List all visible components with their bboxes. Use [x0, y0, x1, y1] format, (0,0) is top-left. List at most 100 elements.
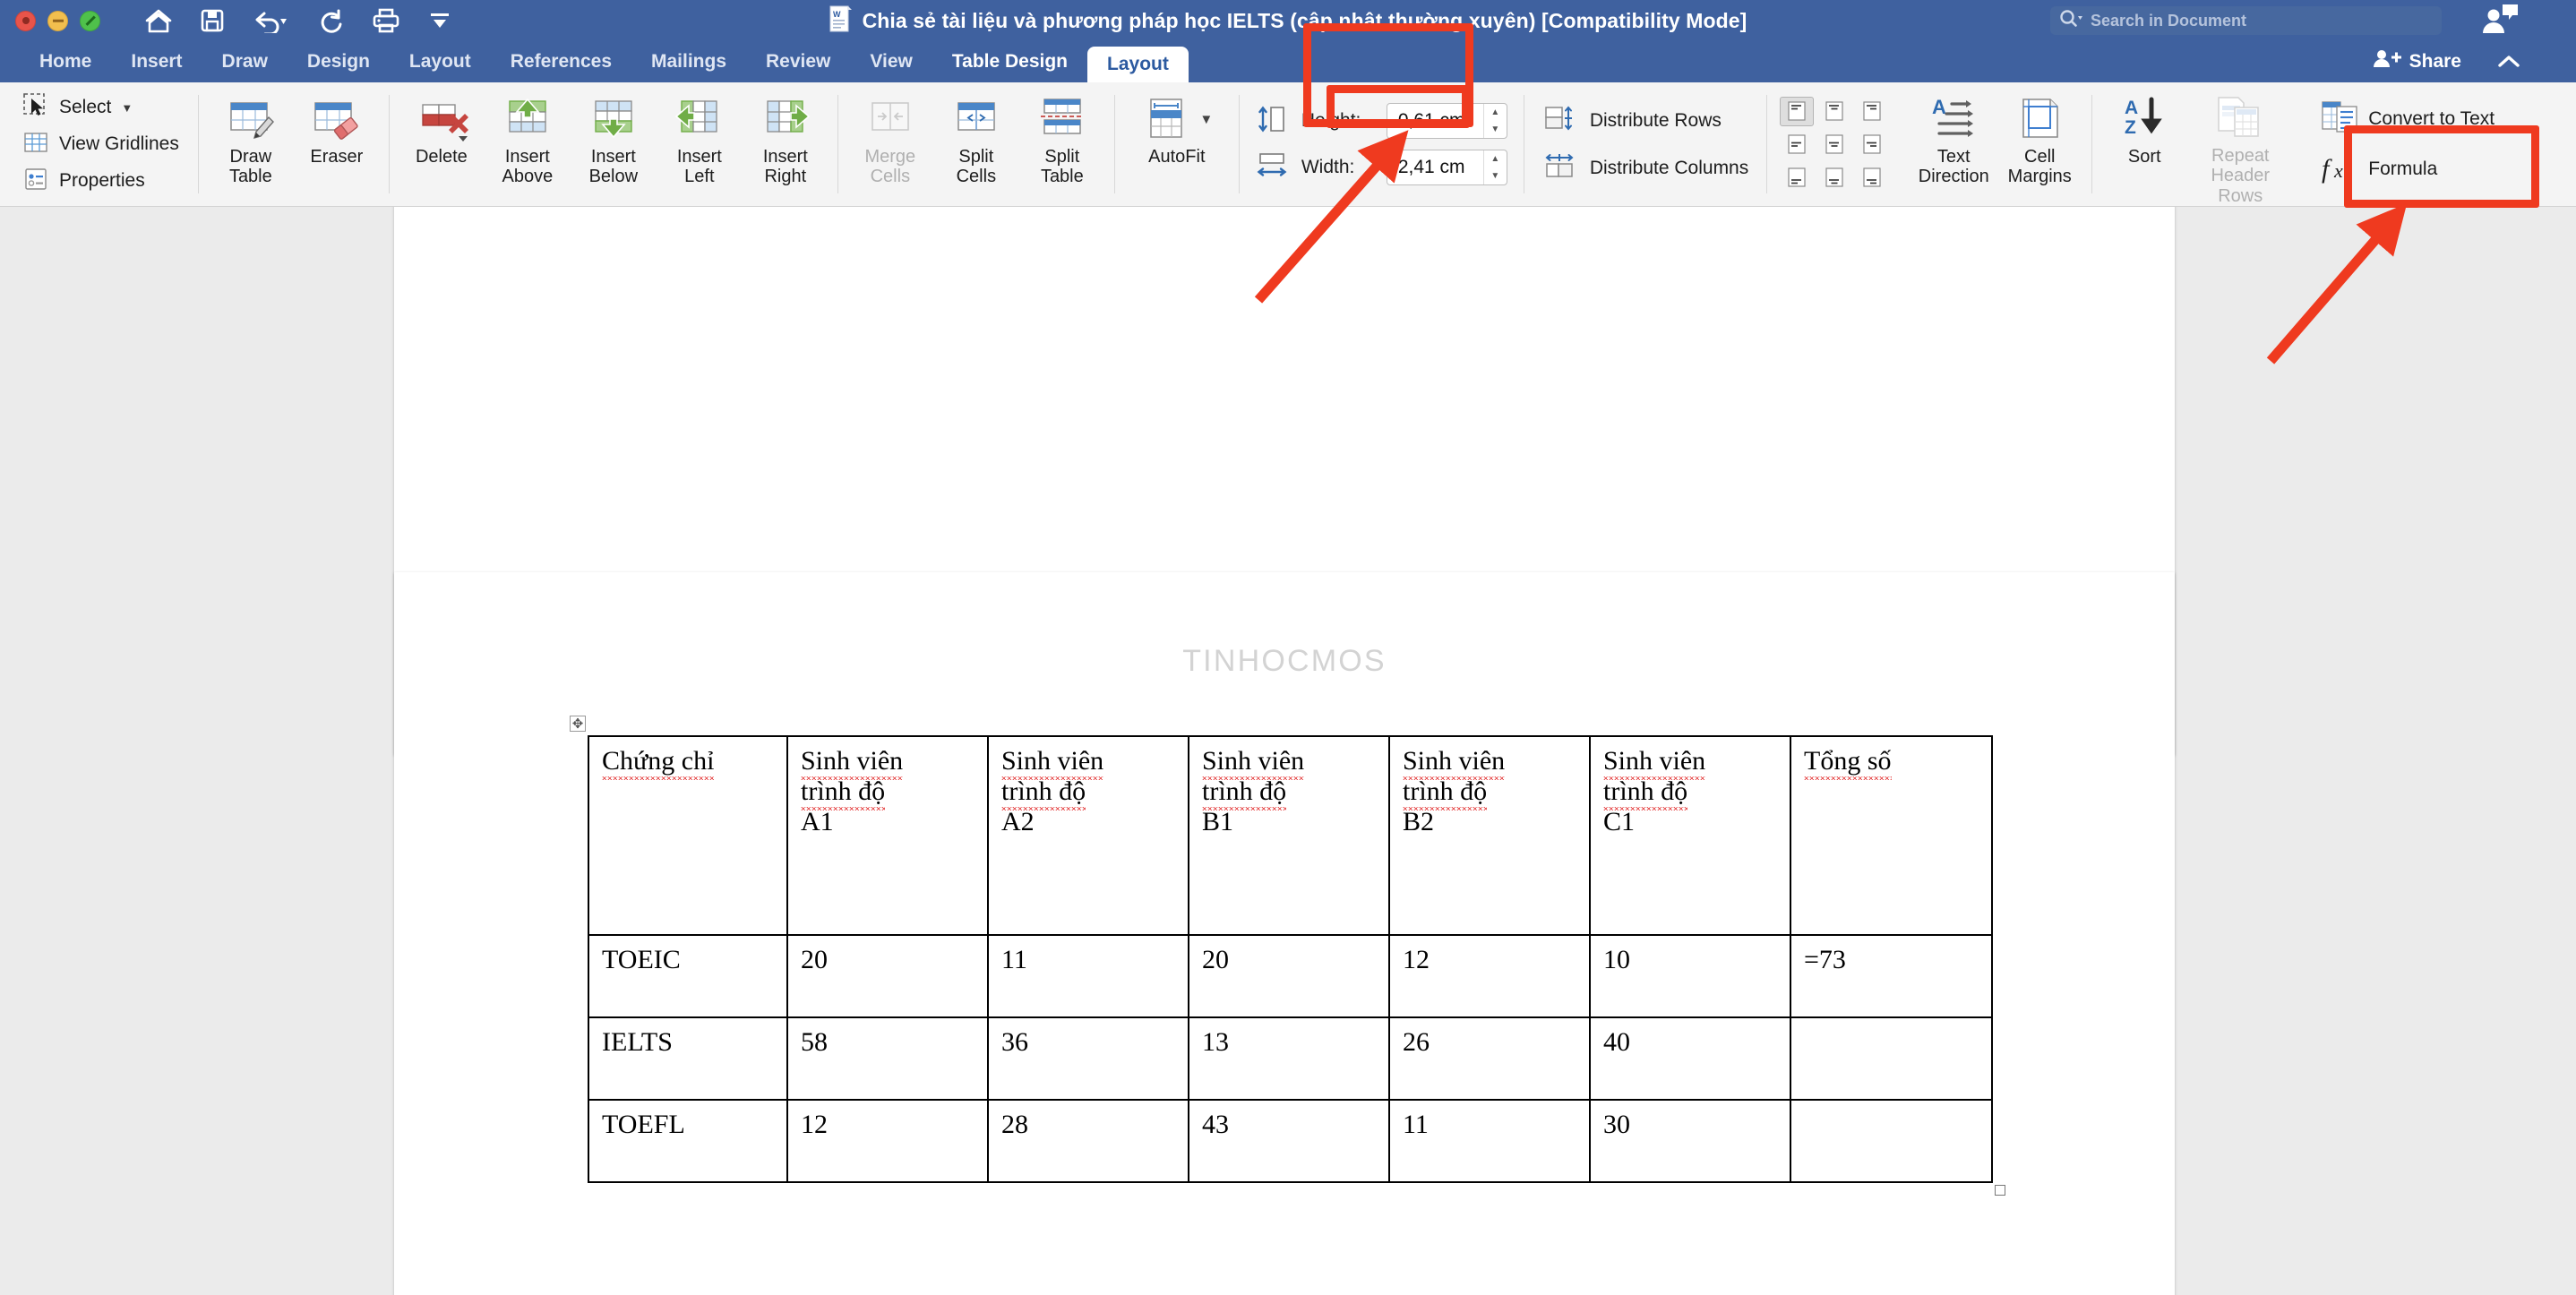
repeat-header-rows-button[interactable]: Repeat Header Rows [2187, 82, 2293, 206]
insert-below-button[interactable]: Insert Below [571, 82, 657, 206]
table-cell[interactable]: 36 [987, 1016, 1189, 1101]
draw-table-button[interactable]: Draw Table [208, 82, 294, 206]
column-width-icon [1256, 150, 1292, 185]
stepper-up-icon[interactable]: ▲ [1484, 104, 1507, 121]
tab-layout[interactable]: Layout [390, 41, 491, 82]
home-icon[interactable] [145, 7, 172, 34]
svg-text:f: f [2322, 154, 2332, 184]
table-cell-total[interactable] [1790, 1016, 1993, 1101]
row-height-icon [1256, 104, 1292, 139]
insert-right-button[interactable]: Insert Right [743, 82, 829, 206]
align-bottom-right-button[interactable] [1855, 163, 1889, 193]
formula-button[interactable]: fx Formula [2314, 150, 2500, 188]
ribbon-tab-bar: Home Insert Draw Design Layout Reference… [0, 41, 2576, 82]
table-cell[interactable]: 10 [1589, 934, 1791, 1018]
align-bottom-center-button[interactable] [1817, 163, 1851, 193]
align-bottom-left-button[interactable] [1780, 163, 1814, 193]
table-cell-total[interactable] [1790, 1099, 1993, 1183]
formula-label: Formula [2368, 159, 2438, 179]
table-cell[interactable]: 26 [1388, 1016, 1591, 1101]
insert-left-button[interactable]: Insert Left [657, 82, 743, 206]
table-move-handle[interactable]: ✥ [570, 716, 586, 732]
table-cell[interactable]: 30 [1589, 1099, 1791, 1183]
delete-button[interactable]: Delete [399, 82, 485, 206]
tab-review[interactable]: Review [746, 41, 850, 82]
stepper-up-icon[interactable]: ▲ [1484, 150, 1507, 167]
column-width-stepper[interactable]: ▲ ▼ [1482, 150, 1507, 184]
chevron-down-icon[interactable]: ▼ [1199, 112, 1213, 127]
merge-cells-button[interactable]: Merge Cells [847, 82, 933, 206]
print-icon[interactable] [373, 7, 399, 34]
distribute-columns-button[interactable]: Distribute Columns [1542, 150, 1748, 185]
tab-insert[interactable]: Insert [111, 41, 202, 82]
tab-table-layout[interactable]: Layout [1087, 47, 1189, 82]
maximize-button[interactable] [80, 10, 100, 31]
account-avatar[interactable] [2477, 3, 2520, 39]
row-height-stepper[interactable]: ▲ ▼ [1482, 104, 1507, 138]
table-cell[interactable]: TOEFL [588, 1099, 788, 1183]
table-cell[interactable]: 28 [987, 1099, 1189, 1183]
eraser-button[interactable]: Eraser [294, 82, 380, 206]
tab-references[interactable]: References [491, 41, 631, 82]
insert-above-button[interactable]: Insert Above [485, 82, 571, 206]
tab-home[interactable]: Home [20, 41, 111, 82]
split-table-button[interactable]: Split Table [1019, 82, 1105, 206]
text-direction-button[interactable]: A Text Direction [1911, 82, 1996, 206]
align-top-left-button[interactable] [1780, 96, 1815, 126]
table-resize-handle[interactable] [1995, 1185, 2005, 1196]
align-middle-center-button[interactable] [1817, 130, 1851, 159]
table-cell[interactable]: 40 [1589, 1016, 1791, 1101]
document-title-text: Chia sẻ tài liệu và phương pháp học IELT… [862, 8, 1747, 32]
align-top-center-button[interactable] [1817, 97, 1851, 126]
align-top-right-button[interactable] [1855, 97, 1889, 126]
align-middle-right-button[interactable] [1855, 130, 1889, 159]
sort-button[interactable]: AZ Sort [2101, 82, 2187, 206]
table-header-cell: Tổng số [1790, 735, 1993, 936]
share-button[interactable]: Share [2373, 41, 2461, 82]
table-cell[interactable]: 58 [786, 1016, 989, 1101]
minimize-button[interactable] [47, 10, 68, 31]
table-cell[interactable]: 11 [1388, 1099, 1591, 1183]
row-height-input[interactable]: 0,61 cm ▲ ▼ [1386, 103, 1507, 139]
column-width-input[interactable]: 2,41 cm ▲ ▼ [1386, 150, 1507, 185]
close-button[interactable] [15, 10, 36, 31]
document-table[interactable]: Chứng chỉ Sinh viên trình độ A1 Sinh viê… [588, 735, 1993, 1183]
ribbon-collapse-icon[interactable] [2495, 41, 2522, 82]
select-button[interactable]: Select ▼ [16, 90, 185, 124]
save-icon[interactable] [199, 7, 226, 34]
table-header-cell: Chứng chỉ [588, 735, 788, 936]
insert-left-label: Insert Left [676, 147, 722, 187]
customize-toolbar-icon[interactable] [426, 7, 453, 34]
distribute-rows-button[interactable]: Distribute Rows [1542, 103, 1748, 138]
table-cell[interactable]: 13 [1188, 1016, 1390, 1101]
table-cell[interactable]: 20 [786, 934, 989, 1018]
autofit-button[interactable]: ▼ AutoFit [1124, 82, 1230, 167]
table-cell[interactable]: IELTS [588, 1016, 788, 1101]
tab-view[interactable]: View [850, 41, 932, 82]
table-cell[interactable]: 12 [786, 1099, 989, 1183]
view-gridlines-button[interactable]: View Gridlines [16, 127, 185, 161]
stepper-down-icon[interactable]: ▼ [1484, 121, 1507, 138]
table-cell-total[interactable]: =73 [1790, 934, 1993, 1018]
table-cell[interactable]: 20 [1188, 934, 1390, 1018]
tab-design[interactable]: Design [288, 41, 390, 82]
tab-mailings[interactable]: Mailings [631, 41, 746, 82]
document-canvas[interactable]: TINHOCMOS ✥ Chứng chỉ Sinh viên trình độ… [0, 207, 2576, 1295]
undo-icon[interactable] [253, 7, 292, 34]
redo-icon[interactable] [319, 7, 346, 34]
split-cells-button[interactable]: Split Cells [933, 82, 1019, 206]
stepper-down-icon[interactable]: ▼ [1484, 167, 1507, 184]
table-cell[interactable]: 12 [1388, 934, 1591, 1018]
table-cell[interactable]: TOEIC [588, 934, 788, 1018]
cell-margins-button[interactable]: Cell Margins [1996, 82, 2082, 206]
insert-above-label: Insert Above [502, 147, 554, 187]
convert-to-text-button[interactable]: Convert to Text [2314, 100, 2500, 138]
search-box[interactable]: Search in Document [2050, 6, 2442, 35]
align-middle-left-button[interactable] [1780, 130, 1814, 159]
tab-table-design[interactable]: Table Design [932, 41, 1087, 82]
table-cell[interactable]: 43 [1188, 1099, 1390, 1183]
table-cell[interactable]: 11 [987, 934, 1189, 1018]
properties-button[interactable]: Properties [16, 164, 185, 198]
tab-draw[interactable]: Draw [202, 41, 288, 82]
chevron-down-icon[interactable]: ▼ [121, 101, 133, 115]
